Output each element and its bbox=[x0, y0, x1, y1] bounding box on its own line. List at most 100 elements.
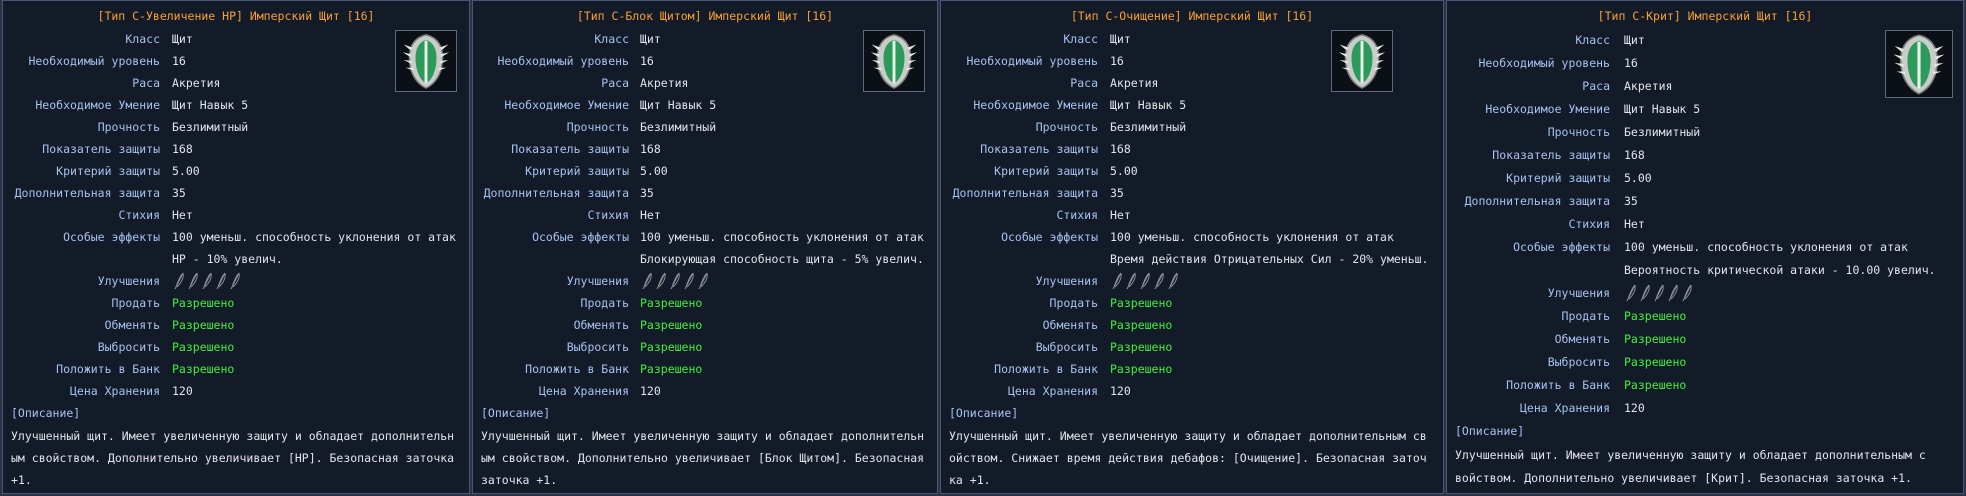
value-extra-defense: 35 bbox=[1110, 186, 1124, 200]
value-race: Акретия bbox=[640, 76, 689, 90]
label-sell: Продать bbox=[111, 296, 160, 310]
label-level: Необходимый уровень bbox=[497, 54, 629, 68]
label-class: Класс bbox=[1575, 33, 1610, 47]
label-defense-criterion: Критерий защиты bbox=[994, 164, 1098, 178]
upgrade-slots bbox=[172, 271, 242, 291]
label-bank: Положить в Банк bbox=[994, 362, 1098, 376]
upgrade-slots bbox=[1110, 271, 1180, 291]
description-line: +1. bbox=[11, 473, 32, 487]
description-heading: [Описание] bbox=[481, 406, 551, 420]
item-title: [Тип C-Увеличение HP] Имперский Щит [16] bbox=[97, 9, 375, 23]
label-defense: Показатель защиты bbox=[42, 142, 160, 156]
value-element: Нет bbox=[172, 208, 193, 222]
label-extra-defense: Дополнительная защита bbox=[14, 186, 160, 200]
value-storage-price: 120 bbox=[1624, 401, 1645, 415]
value-trade: Разрешено bbox=[640, 318, 703, 332]
label-durability: Прочность bbox=[1547, 125, 1610, 139]
label-defense-criterion: Критерий защиты bbox=[56, 164, 160, 178]
label-upgrades: Улучшения bbox=[97, 274, 160, 288]
feather-upgrade-slot-icon bbox=[214, 272, 228, 290]
description-line: ым свойством. Дополнительно увеличивает … bbox=[11, 451, 455, 465]
value-bank: Разрешено bbox=[640, 362, 703, 376]
value-sell: Разрешено bbox=[640, 296, 703, 310]
label-effects: Особые эффекты bbox=[1001, 230, 1098, 244]
label-trade: Обменять bbox=[104, 318, 160, 332]
value-effect-2: Время действия Отрицательных Сил - 20% у… bbox=[1110, 252, 1429, 266]
value-skill: Щит Навык 5 bbox=[1110, 98, 1187, 112]
value-storage-price: 120 bbox=[172, 384, 193, 398]
value-level: 16 bbox=[1624, 56, 1638, 70]
description-heading: [Описание] bbox=[11, 406, 81, 420]
description-line: заточка +1. bbox=[481, 473, 558, 487]
value-class: Щит bbox=[172, 32, 193, 46]
value-extra-defense: 35 bbox=[640, 186, 654, 200]
label-trade: Обменять bbox=[573, 318, 629, 332]
label-level: Необходимый уровень bbox=[28, 54, 160, 68]
value-defense-criterion: 5.00 bbox=[1624, 171, 1652, 185]
imperial-shield-icon bbox=[1885, 30, 1953, 98]
value-drop: Разрешено bbox=[1110, 340, 1173, 354]
item-title: [Тип C-Очищение] Имперский Щит [16] bbox=[1070, 9, 1314, 23]
label-race: Раса bbox=[132, 76, 160, 90]
label-drop: Выбросить bbox=[1035, 340, 1098, 354]
value-effect-2: Блокирующая способность щита - 5% увелич… bbox=[640, 252, 924, 266]
value-drop: Разрешено bbox=[172, 340, 235, 354]
feather-upgrade-slot-icon bbox=[1652, 284, 1666, 302]
label-sell: Продать bbox=[1561, 309, 1610, 323]
value-effect-1: 100 уменьш. способность уклонения от ата… bbox=[1110, 230, 1394, 244]
label-race: Раса bbox=[601, 76, 629, 90]
value-race: Акретия bbox=[172, 76, 221, 90]
label-class: Класс bbox=[125, 32, 160, 46]
value-defense-criterion: 5.00 bbox=[640, 164, 668, 178]
label-element: Стихия bbox=[1568, 217, 1610, 231]
label-drop: Выбросить bbox=[1547, 355, 1610, 369]
upgrade-slots bbox=[640, 271, 710, 291]
value-durability: Безлимитный bbox=[640, 120, 717, 134]
value-durability: Безлимитный bbox=[1624, 125, 1701, 139]
label-element: Стихия bbox=[118, 208, 160, 222]
item-title: [Тип C-Крит] Имперский Щит [16] bbox=[1597, 9, 1813, 23]
value-level: 16 bbox=[172, 54, 186, 68]
description-line: Улучшенный щит. Имеет увеличенную защиту… bbox=[949, 429, 1427, 443]
value-race: Акретия bbox=[1624, 79, 1673, 93]
value-drop: Разрешено bbox=[640, 340, 703, 354]
label-storage-price: Цена Хранения bbox=[1519, 401, 1610, 415]
value-defense-criterion: 5.00 bbox=[1110, 164, 1138, 178]
feather-upgrade-slot-icon bbox=[1624, 284, 1638, 302]
upgrade-slots bbox=[1624, 283, 1694, 303]
label-storage-price: Цена Хранения bbox=[1007, 384, 1098, 398]
value-storage-price: 120 bbox=[640, 384, 661, 398]
item-title: [Тип C-Блок Щитом] Имперский Щит [16] bbox=[576, 9, 834, 23]
label-skill: Необходимое Умение bbox=[35, 98, 160, 112]
feather-upgrade-slot-icon bbox=[1138, 272, 1152, 290]
label-class: Класс bbox=[1063, 32, 1098, 46]
label-durability: Прочность bbox=[1035, 120, 1098, 134]
description-line: ым свойством. Дополнительно увеличивает … bbox=[481, 451, 925, 465]
item-tooltip-hp: [Тип C-Увеличение HP] Имперский Щит [16]… bbox=[2, 0, 470, 494]
value-sell: Разрешено bbox=[1624, 309, 1687, 323]
feather-upgrade-slot-icon bbox=[1638, 284, 1652, 302]
label-sell: Продать bbox=[1049, 296, 1098, 310]
value-skill: Щит Навык 5 bbox=[1624, 102, 1701, 116]
label-extra-defense: Дополнительная защита bbox=[1464, 194, 1610, 208]
description-heading: [Описание] bbox=[1455, 424, 1525, 438]
label-defense: Показатель защиты bbox=[980, 142, 1098, 156]
label-element: Стихия bbox=[587, 208, 629, 222]
value-bank: Разрешено bbox=[172, 362, 235, 376]
value-skill: Щит Навык 5 bbox=[172, 98, 249, 112]
value-level: 16 bbox=[1110, 54, 1124, 68]
label-defense: Показатель защиты bbox=[511, 142, 629, 156]
value-trade: Разрешено bbox=[172, 318, 235, 332]
label-level: Необходимый уровень bbox=[1478, 56, 1610, 70]
label-effects: Особые эффекты bbox=[532, 230, 629, 244]
label-race: Раса bbox=[1582, 79, 1610, 93]
value-trade: Разрешено bbox=[1110, 318, 1173, 332]
feather-upgrade-slot-icon bbox=[200, 272, 214, 290]
value-element: Нет bbox=[1110, 208, 1131, 222]
feather-upgrade-slot-icon bbox=[654, 272, 668, 290]
label-effects: Особые эффекты bbox=[63, 230, 160, 244]
label-bank: Положить в Банк bbox=[1506, 378, 1610, 392]
value-storage-price: 120 bbox=[1110, 384, 1131, 398]
feather-upgrade-slot-icon bbox=[1166, 272, 1180, 290]
value-effect-2: HP - 10% увелич. bbox=[172, 252, 283, 266]
